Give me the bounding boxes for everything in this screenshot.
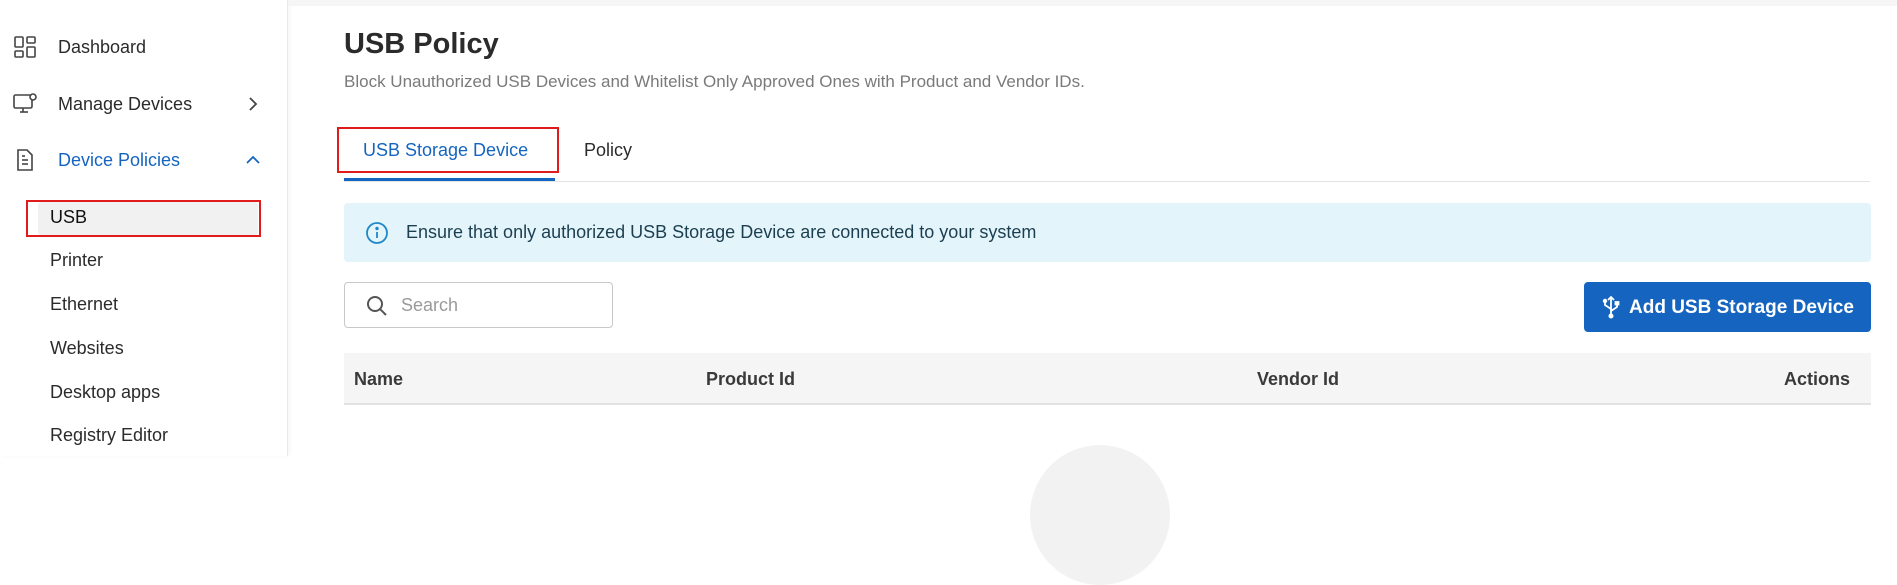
active-tab-indicator xyxy=(344,178,555,181)
sidebar-item-device-policies[interactable]: Device Policies xyxy=(0,140,288,180)
tab-policy[interactable]: Policy xyxy=(584,140,632,161)
add-usb-storage-device-button[interactable]: Add USB Storage Device xyxy=(1584,282,1871,332)
sidebar-item-manage-devices[interactable]: Manage Devices xyxy=(0,84,288,124)
sidebar-subitem-desktop-apps[interactable]: Desktop apps xyxy=(50,382,160,403)
tab-usb-storage-device[interactable]: USB Storage Device xyxy=(363,140,528,161)
sidebar-item-label: Dashboard xyxy=(58,36,147,57)
sidebar: Dashboard Manage Devices Device Policies… xyxy=(0,0,288,456)
top-bar xyxy=(288,0,1897,6)
sidebar-item-label: Device Policies xyxy=(58,149,181,170)
dashboard-icon xyxy=(12,34,38,60)
column-header-product-id[interactable]: Product Id xyxy=(706,369,795,390)
document-icon xyxy=(12,147,38,173)
sidebar-subitem-usb[interactable]: USB xyxy=(50,207,87,228)
info-icon xyxy=(365,221,389,245)
alert-text: Ensure that only authorized USB Storage … xyxy=(406,222,1037,242)
table-header: Name Product Id Vendor Id Actions xyxy=(344,353,1871,405)
search-icon xyxy=(365,294,389,318)
add-button-label: Add USB Storage Device xyxy=(1629,297,1854,318)
info-alert: Ensure that only authorized USB Storage … xyxy=(344,203,1871,262)
tabs-divider xyxy=(344,181,1870,182)
search-input[interactable] xyxy=(401,293,601,317)
sidebar-subitem-websites[interactable]: Websites xyxy=(50,338,124,359)
empty-state-illustration xyxy=(1030,445,1170,585)
search-box[interactable] xyxy=(344,282,613,328)
chevron-up-icon xyxy=(244,151,262,169)
chevron-right-icon xyxy=(244,95,262,113)
page-subtitle: Block Unauthorized USB Devices and White… xyxy=(344,72,1085,91)
column-header-actions: Actions xyxy=(1784,369,1851,389)
sidebar-item-dashboard[interactable]: Dashboard xyxy=(0,27,288,67)
column-header-vendor-id[interactable]: Vendor Id xyxy=(1257,369,1339,390)
sidebar-subitem-printer[interactable]: Printer xyxy=(50,250,103,271)
sidebar-subitem-ethernet[interactable]: Ethernet xyxy=(50,294,118,315)
sidebar-item-label: Manage Devices xyxy=(58,93,193,114)
sidebar-subitem-registry-editor[interactable]: Registry Editor xyxy=(50,425,168,446)
usb-icon xyxy=(1600,295,1622,319)
monitor-icon xyxy=(12,91,38,117)
column-header-name[interactable]: Name xyxy=(354,369,403,390)
page-title: USB Policy xyxy=(344,28,499,60)
